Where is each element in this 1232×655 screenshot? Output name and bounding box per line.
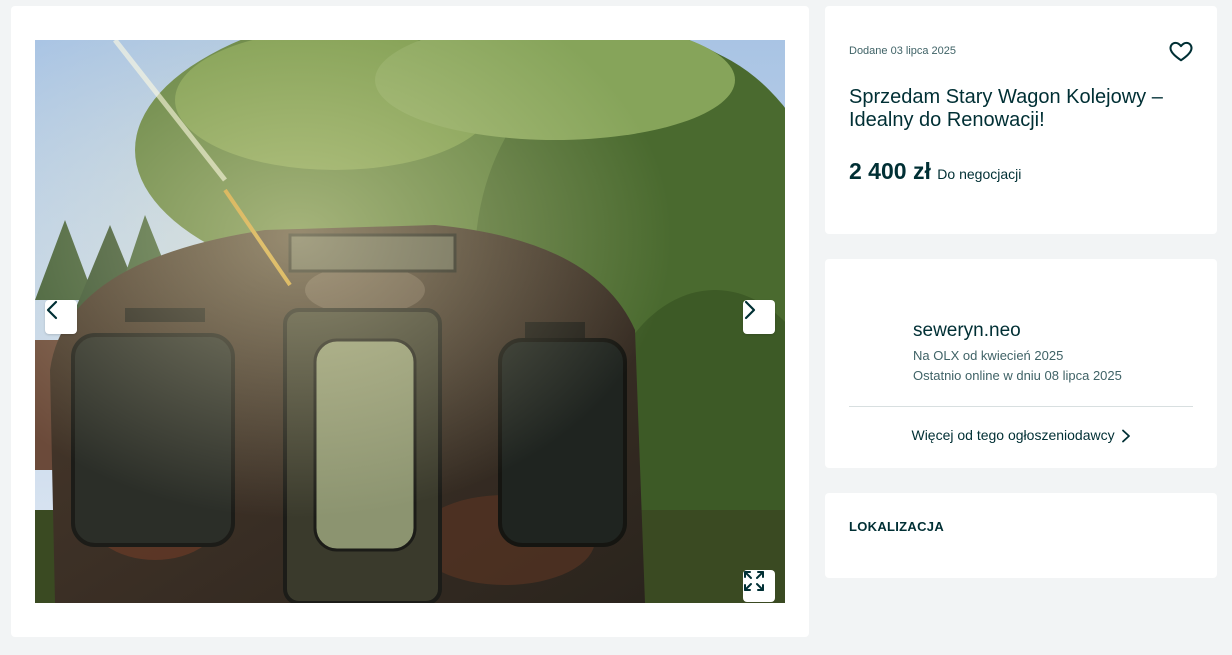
chevron-right-icon (744, 300, 756, 320)
next-photo-button[interactable] (743, 300, 775, 334)
divider (849, 406, 1193, 407)
more-from-seller-label: Więcej od tego ogłoszeniodawcy (911, 427, 1115, 443)
expand-icon (744, 571, 764, 591)
chevron-right-icon (1121, 429, 1130, 443)
more-from-seller-link[interactable]: Więcej od tego ogłoszeniodawcy (825, 427, 1217, 443)
seller-last-online: Ostatnio online w dniu 08 lipca 2025 (913, 368, 1122, 383)
ad-title: Sprzedam Stary Wagon Kolejowy – Idealny … (849, 86, 1163, 131)
heart-icon (1169, 41, 1193, 62)
ad-summary-card: Dodane 03 lipca 2025 Sprzedam Stary Wago… (825, 6, 1217, 234)
previous-photo-button[interactable] (45, 300, 77, 334)
negotiable-label: Do negocjacji (937, 166, 1022, 182)
photo-illustration (35, 40, 785, 603)
fullscreen-button[interactable] (743, 570, 775, 602)
location-title: LOKALIZACJA (849, 519, 945, 534)
seller-since: Na OLX od kwiecień 2025 (913, 348, 1064, 363)
chevron-left-icon (46, 300, 58, 320)
added-date: Dodane 03 lipca 2025 (849, 45, 957, 57)
seller-card: seweryn.neo Na OLX od kwiecień 2025 Osta… (825, 259, 1217, 468)
price: 2 400 zł (849, 158, 931, 184)
favorite-button[interactable] (1168, 38, 1194, 64)
seller-name: seweryn.neo (913, 320, 1021, 341)
gallery-card (11, 6, 809, 637)
location-card: LOKALIZACJA (825, 493, 1217, 578)
listing-photo[interactable] (35, 40, 785, 603)
price-row: 2 400 zł Do negocjacji (849, 158, 1021, 185)
